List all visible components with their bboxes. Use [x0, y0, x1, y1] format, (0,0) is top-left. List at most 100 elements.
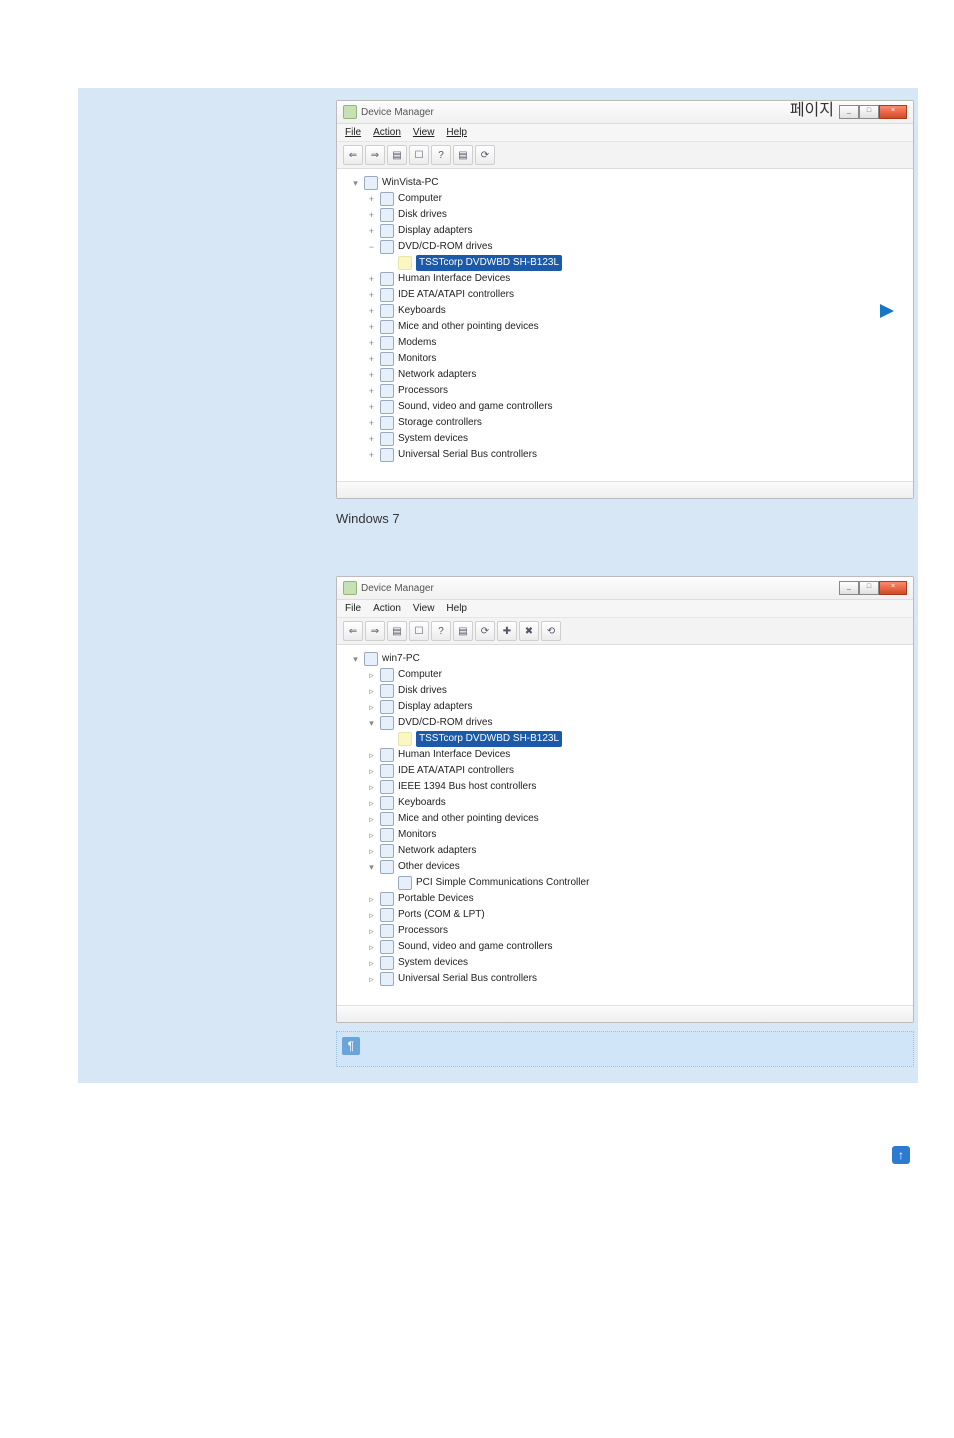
tree-node[interactable]: ▹IEEE 1394 Bus host controllers	[345, 779, 905, 795]
window-title: Device Manager	[361, 107, 434, 118]
toolbar-button[interactable]: ⇒	[365, 621, 385, 641]
tree-node[interactable]: +Network adapters	[345, 367, 905, 383]
menu-action[interactable]: Action	[373, 603, 401, 614]
tree-node[interactable]: +Disk drives	[345, 207, 905, 223]
tree-label: IDE ATA/ATAPI controllers	[398, 287, 514, 303]
window-title: Device Manager	[361, 583, 434, 594]
tree-label: System devices	[398, 955, 468, 971]
tree-node[interactable]: ▹Human Interface Devices	[345, 747, 905, 763]
toolbar-button[interactable]: ⇐	[343, 145, 363, 165]
tree-leaf[interactable]: TSSTcorp DVDWBD SH-B123L	[345, 731, 905, 747]
menu-file[interactable]: File	[345, 127, 361, 138]
maximize-button[interactable]: □	[859, 581, 879, 595]
page-label: 페이지	[790, 96, 834, 120]
tree-node[interactable]: +Processors	[345, 383, 905, 399]
toolbar-button[interactable]: ▤	[387, 621, 407, 641]
tree-node[interactable]: ▹Ports (COM & LPT)	[345, 907, 905, 923]
tree-label: Portable Devices	[398, 891, 474, 907]
tree-label: Keyboards	[398, 795, 446, 811]
toolbar-button[interactable]: ⟳	[475, 621, 495, 641]
tree-node[interactable]: ▹Processors	[345, 923, 905, 939]
close-button[interactable]: ×	[879, 581, 907, 595]
minimize-button[interactable]: _	[839, 105, 859, 119]
tree-node[interactable]: +Universal Serial Bus controllers	[345, 447, 905, 463]
tree-node[interactable]: ▹Network adapters	[345, 843, 905, 859]
tree-node[interactable]: ▹Monitors	[345, 827, 905, 843]
tree-node[interactable]: +Keyboards	[345, 303, 905, 319]
tree-leaf[interactable]: PCI Simple Communications Controller	[345, 875, 905, 891]
tree-node[interactable]: ▹Computer	[345, 667, 905, 683]
tree-label: Display adapters	[398, 699, 472, 715]
menu-help[interactable]: Help	[446, 127, 467, 138]
tree-node[interactable]: +IDE ATA/ATAPI controllers	[345, 287, 905, 303]
menubar: File Action View Help	[337, 600, 913, 618]
menu-view[interactable]: View	[413, 603, 435, 614]
tree-node[interactable]: ▹IDE ATA/ATAPI controllers	[345, 763, 905, 779]
toolbar-button[interactable]: ?	[431, 145, 451, 165]
toolbar-button[interactable]: ⇐	[343, 621, 363, 641]
tree-node[interactable]: ▾Other devices	[345, 859, 905, 875]
tree-node[interactable]: ▹Keyboards	[345, 795, 905, 811]
tree-node[interactable]: ▹System devices	[345, 955, 905, 971]
note-icon: ¶	[342, 1037, 360, 1055]
toolbar: ⇐⇒▤☐?▤⟳	[337, 142, 913, 169]
tree-label: Monitors	[398, 827, 436, 843]
tree-label: Computer	[398, 667, 442, 683]
close-button[interactable]: ×	[879, 105, 907, 119]
toolbar-button[interactable]: ⟳	[475, 145, 495, 165]
tree-label: Mice and other pointing devices	[398, 811, 539, 827]
toolbar-button[interactable]: ☐	[409, 621, 429, 641]
tree-label: Processors	[398, 923, 448, 939]
tree-node[interactable]: +Mice and other pointing devices	[345, 319, 905, 335]
menu-help[interactable]: Help	[446, 603, 467, 614]
tree-label: IEEE 1394 Bus host controllers	[398, 779, 536, 795]
tree-node[interactable]: +Modems	[345, 335, 905, 351]
tree-label: Network adapters	[398, 843, 476, 859]
tree-root[interactable]: ▾WinVista-PC	[345, 175, 905, 191]
tree-node[interactable]: +Display adapters	[345, 223, 905, 239]
maximize-button[interactable]: □	[859, 105, 879, 119]
statusbar	[337, 1005, 913, 1022]
toolbar-button[interactable]: ⟲	[541, 621, 561, 641]
tree-label-selected: TSSTcorp DVDWBD SH-B123L	[416, 731, 562, 747]
tree-node[interactable]: +Human Interface Devices	[345, 271, 905, 287]
toolbar-button[interactable]: ☐	[409, 145, 429, 165]
tree-node[interactable]: +Storage controllers	[345, 415, 905, 431]
tree-node[interactable]: −DVD/CD-ROM drives	[345, 239, 905, 255]
tree-node[interactable]: ▾DVD/CD-ROM drives	[345, 715, 905, 731]
minimize-button[interactable]: _	[839, 581, 859, 595]
tree-node[interactable]: ▹Disk drives	[345, 683, 905, 699]
statusbar	[337, 481, 913, 498]
tree-node[interactable]: ▹Portable Devices	[345, 891, 905, 907]
tree-label: Human Interface Devices	[398, 747, 510, 763]
toolbar-button[interactable]: ▤	[453, 145, 473, 165]
toolbar-button[interactable]: ▤	[387, 145, 407, 165]
callout-pointer-icon	[880, 304, 894, 318]
tree-label: Sound, video and game controllers	[398, 399, 553, 415]
menu-file[interactable]: File	[345, 603, 361, 614]
back-to-top-button[interactable]: ↑	[892, 1146, 910, 1164]
toolbar-button[interactable]: ✚	[497, 621, 517, 641]
toolbar-button[interactable]: ✖	[519, 621, 539, 641]
tree-node[interactable]: ▹Sound, video and game controllers	[345, 939, 905, 955]
tree-node[interactable]: +Computer	[345, 191, 905, 207]
menu-action[interactable]: Action	[373, 127, 401, 138]
toolbar-button[interactable]: ⇒	[365, 145, 385, 165]
tree-label: Keyboards	[398, 303, 446, 319]
tree-node[interactable]: +System devices	[345, 431, 905, 447]
tree-node[interactable]: +Monitors	[345, 351, 905, 367]
tree-leaf[interactable]: TSSTcorp DVDWBD SH-B123L	[345, 255, 905, 271]
tree-node[interactable]: +Sound, video and game controllers	[345, 399, 905, 415]
toolbar-button[interactable]: ▤	[453, 621, 473, 641]
toolbar-button[interactable]: ?	[431, 621, 451, 641]
tree-node[interactable]: ▹Mice and other pointing devices	[345, 811, 905, 827]
tree-label: Other devices	[398, 859, 460, 875]
tree-root[interactable]: ▾win7-PC	[345, 651, 905, 667]
menu-view[interactable]: View	[413, 127, 435, 138]
tree-node[interactable]: ▹Universal Serial Bus controllers	[345, 971, 905, 987]
caption-windows7: Windows 7	[336, 499, 914, 536]
tree-label: WinVista-PC	[382, 175, 439, 191]
device-manager-vista: Device Manager _ □ × File Action View He…	[336, 100, 914, 499]
tree-node[interactable]: ▹Display adapters	[345, 699, 905, 715]
tree-label: Disk drives	[398, 207, 447, 223]
